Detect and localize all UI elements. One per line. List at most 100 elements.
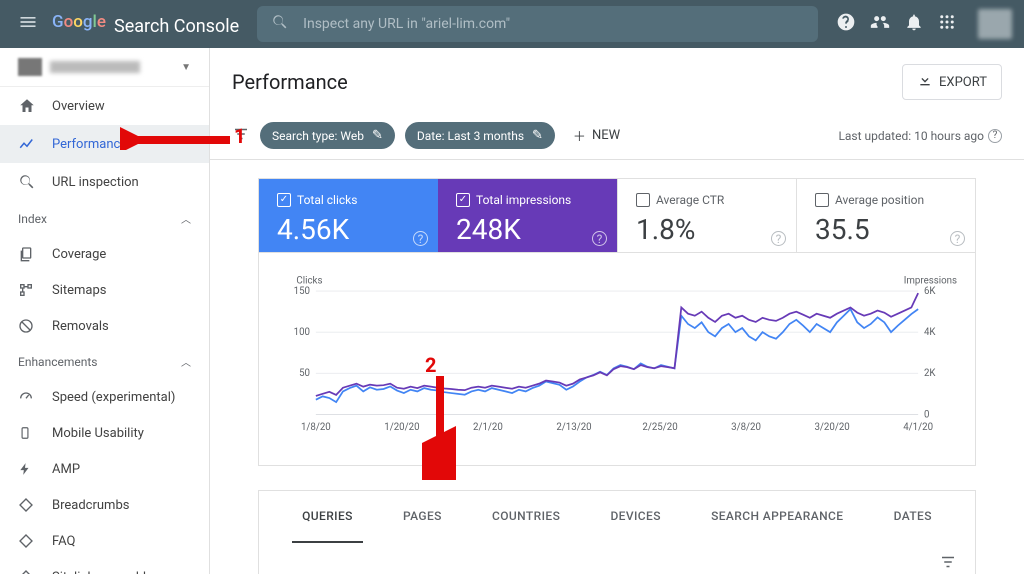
gauge-icon <box>18 389 36 405</box>
property-selector[interactable]: ▼ <box>0 48 209 87</box>
filter-icon[interactable] <box>939 553 957 574</box>
main-content: Performance EXPORT Search type: Web✎ Dat… <box>210 48 1024 574</box>
sidebar: ▼ Overview Performance URL inspection In… <box>0 48 210 574</box>
product-logo: Google Search Console <box>52 12 239 37</box>
search-icon <box>18 173 36 191</box>
svg-text:2/13/20: 2/13/20 <box>556 422 591 433</box>
svg-text:150: 150 <box>294 286 310 297</box>
header-actions <box>836 9 1012 39</box>
phone-icon <box>18 425 36 441</box>
app-header: Google Search Console <box>0 0 1024 48</box>
card-total-clicks[interactable]: ✓Total clicks 4.56K ? <box>259 179 438 252</box>
svg-text:6K: 6K <box>924 286 936 297</box>
svg-text:100: 100 <box>294 327 310 338</box>
search-icon <box>271 13 289 35</box>
left-axis-label: Clicks <box>296 275 322 286</box>
filter-search-type[interactable]: Search type: Web✎ <box>260 122 395 149</box>
plus-icon: ＋ <box>573 126 586 145</box>
sidebar-item-removals[interactable]: Removals <box>0 308 209 344</box>
checkbox-checked-icon: ✓ <box>456 193 470 207</box>
sidebar-item-amp[interactable]: AMP <box>0 451 209 487</box>
bolt-icon <box>18 461 36 477</box>
right-axis-label: Impressions <box>904 275 957 286</box>
sidebar-item-speed[interactable]: Speed (experimental) <box>0 379 209 415</box>
svg-text:Google: Google <box>52 12 106 32</box>
data-tabs-panel: QUERIES PAGES COUNTRIES DEVICES SEARCH A… <box>258 490 976 574</box>
edit-icon: ✎ <box>372 128 383 143</box>
annotation-label-1: 1 <box>234 124 245 148</box>
tab-countries[interactable]: COUNTRIES <box>482 491 570 543</box>
card-average-ctr[interactable]: Average CTR 1.8% ? <box>617 179 796 252</box>
sidebar-item-coverage[interactable]: Coverage <box>0 236 209 272</box>
line-chart: Clicks Impressions 50 100 150 0 2K 4K 6K 1/8/20… <box>277 271 957 451</box>
sidebar-section-enhancements[interactable]: Enhancements︿ <box>0 344 209 379</box>
last-updated: Last updated: 10 hours ago? <box>838 129 1002 143</box>
filter-bar: Search type: Web✎ Date: Last 3 months✎ ＋… <box>210 116 1024 160</box>
export-button[interactable]: EXPORT <box>902 64 1002 100</box>
card-average-position[interactable]: Average position 35.5 ? <box>796 179 975 252</box>
search-input[interactable] <box>303 16 804 32</box>
sitemap-icon <box>18 282 36 298</box>
url-inspect-search[interactable] <box>257 6 818 42</box>
sidebar-item-faq[interactable]: FAQ <box>0 523 209 559</box>
page-title: Performance <box>232 70 348 94</box>
help-icon[interactable]: ? <box>950 231 965 246</box>
performance-chart: Clicks Impressions 50 100 150 0 2K 4K 6K 1/8/20… <box>258 252 976 466</box>
tab-dates[interactable]: DATES <box>884 491 942 543</box>
checkbox-checked-icon: ✓ <box>277 193 291 207</box>
diamond-icon <box>18 497 36 513</box>
sidebar-item-sitelinks[interactable]: Sitelinks searchbox <box>0 559 209 574</box>
help-icon[interactable]: ? <box>988 129 1002 143</box>
notifications-icon[interactable] <box>904 12 924 36</box>
checkbox-icon <box>636 193 650 207</box>
chevron-up-icon: ︿ <box>181 211 191 226</box>
chart-icon <box>18 135 36 153</box>
sidebar-item-breadcrumbs[interactable]: Breadcrumbs <box>0 487 209 523</box>
svg-text:50: 50 <box>299 368 310 379</box>
svg-text:4K: 4K <box>924 327 936 338</box>
svg-text:2/25/20: 2/25/20 <box>642 422 677 433</box>
card-total-impressions[interactable]: ✓Total impressions 248K ? <box>438 179 617 252</box>
filter-date[interactable]: Date: Last 3 months✎ <box>405 122 555 149</box>
svg-text:0: 0 <box>924 409 929 420</box>
sidebar-item-label: URL inspection <box>52 175 139 190</box>
help-icon[interactable]: ? <box>413 231 428 246</box>
sidebar-section-index[interactable]: Index︿ <box>0 201 209 236</box>
help-icon[interactable]: ? <box>592 231 607 246</box>
sidebar-item-sitemaps[interactable]: Sitemaps <box>0 272 209 308</box>
chevron-up-icon: ︿ <box>181 354 191 369</box>
annotation-label-2: 2 <box>425 353 436 377</box>
sidebar-item-label: Overview <box>52 99 105 114</box>
product-name: Search Console <box>114 16 239 37</box>
svg-text:4/1/20: 4/1/20 <box>903 422 933 433</box>
svg-text:2K: 2K <box>924 368 936 379</box>
checkbox-icon <box>815 193 829 207</box>
tab-queries[interactable]: QUERIES <box>292 491 363 543</box>
tab-pages[interactable]: PAGES <box>393 491 452 543</box>
tab-devices[interactable]: DEVICES <box>600 491 670 543</box>
title-bar: Performance EXPORT <box>210 48 1024 116</box>
help-icon[interactable]: ? <box>771 231 786 246</box>
apps-icon[interactable] <box>938 13 956 35</box>
avatar[interactable] <box>978 9 1012 39</box>
svg-text:1/8/20: 1/8/20 <box>301 422 331 433</box>
edit-icon: ✎ <box>532 128 543 143</box>
svg-text:3/8/20: 3/8/20 <box>731 422 761 433</box>
svg-text:2/1/20: 2/1/20 <box>473 422 503 433</box>
data-tabs: QUERIES PAGES COUNTRIES DEVICES SEARCH A… <box>277 491 957 543</box>
tab-search-appearance[interactable]: SEARCH APPEARANCE <box>701 491 853 543</box>
sidebar-item-url-inspection[interactable]: URL inspection <box>0 163 209 201</box>
menu-icon[interactable] <box>12 6 44 42</box>
svg-text:1/20/20: 1/20/20 <box>384 422 419 433</box>
sidebar-item-overview[interactable]: Overview <box>0 87 209 125</box>
help-icon[interactable] <box>836 12 856 36</box>
chevron-down-icon: ▼ <box>181 62 191 73</box>
sidebar-item-performance[interactable]: Performance <box>0 125 209 163</box>
property-name-blurred <box>50 61 140 73</box>
diamond-icon <box>18 569 36 574</box>
pages-icon <box>18 246 36 262</box>
users-icon[interactable] <box>870 12 890 36</box>
sidebar-item-mobile[interactable]: Mobile Usability <box>0 415 209 451</box>
add-filter-button[interactable]: ＋NEW <box>565 122 628 149</box>
block-icon <box>18 318 36 334</box>
